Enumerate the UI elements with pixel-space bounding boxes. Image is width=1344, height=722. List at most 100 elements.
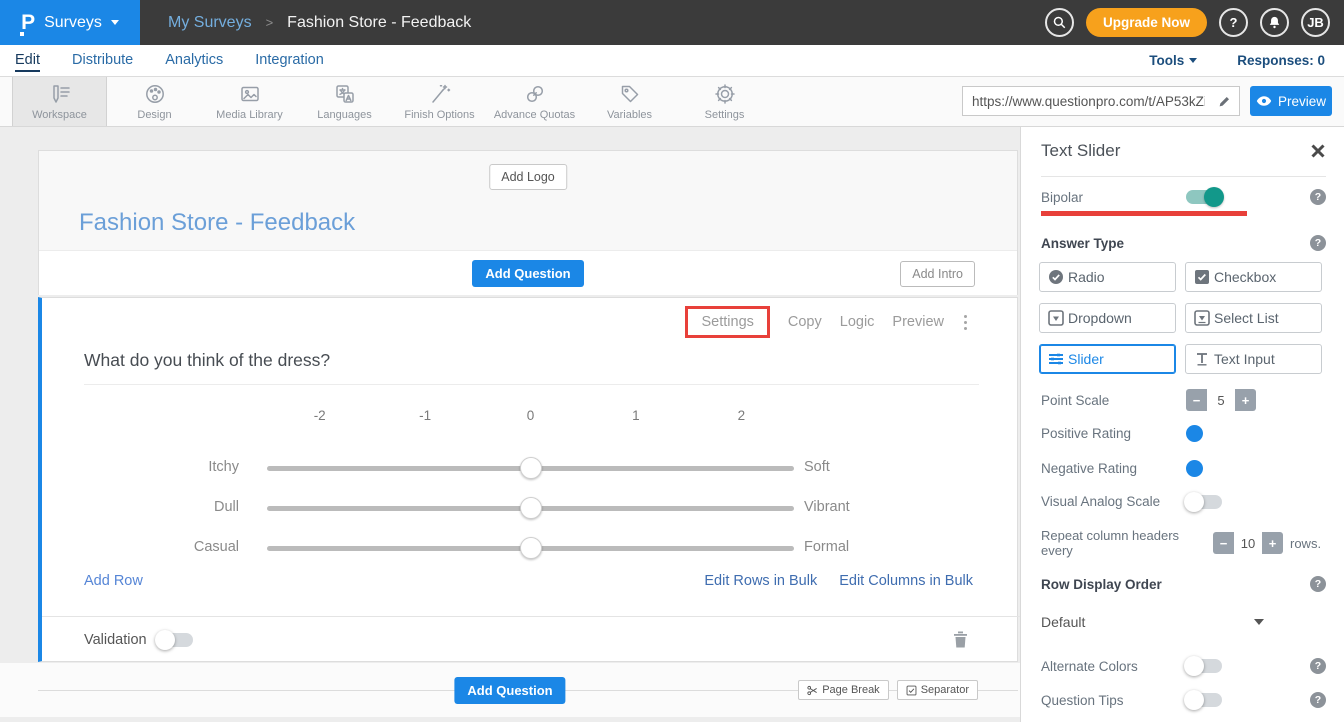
toolbar-item-design[interactable]: Design bbox=[107, 77, 202, 126]
repeat-headers-value[interactable] bbox=[1234, 532, 1262, 554]
notifications-button[interactable] bbox=[1260, 8, 1289, 37]
toolbar-item-label: Advance Quotas bbox=[494, 109, 575, 121]
answer-type-dropdown[interactable]: Dropdown bbox=[1039, 303, 1176, 333]
chevron-down-icon bbox=[1189, 58, 1197, 63]
repeat-headers-row: Repeat column headers every − + rows. bbox=[1041, 528, 1326, 558]
preview-label: Preview bbox=[1278, 94, 1326, 109]
workspace-icon bbox=[48, 82, 72, 106]
question-settings-link[interactable]: Settings bbox=[701, 314, 753, 330]
question-block: Settings Copy Logic Preview What do you … bbox=[38, 297, 1018, 662]
tab-analytics[interactable]: Analytics bbox=[165, 50, 223, 72]
add-row-link[interactable]: Add Row bbox=[84, 573, 143, 589]
slider-knob[interactable] bbox=[520, 457, 542, 479]
edit-url-button[interactable] bbox=[1209, 94, 1239, 109]
tools-dropdown[interactable]: Tools bbox=[1149, 53, 1197, 68]
answer-type-help-icon[interactable]: ? bbox=[1310, 235, 1326, 251]
breadcrumb-my-surveys[interactable]: My Surveys bbox=[168, 14, 252, 32]
plus-button[interactable]: + bbox=[1235, 389, 1256, 411]
question-tips-toggle[interactable] bbox=[1186, 693, 1222, 707]
toolbar-item-finish-options[interactable]: Finish Options bbox=[392, 77, 487, 126]
finish-options-icon bbox=[428, 82, 452, 106]
delete-question-button[interactable] bbox=[953, 631, 968, 648]
scale-label: -2 bbox=[267, 408, 372, 423]
slider-knob[interactable] bbox=[520, 497, 542, 519]
slider-knob[interactable] bbox=[520, 537, 542, 559]
page-break-button[interactable]: Page Break bbox=[798, 680, 888, 700]
slider-track[interactable] bbox=[267, 546, 794, 551]
checkbox-check-icon bbox=[906, 685, 917, 696]
answer-type-radio[interactable]: Radio bbox=[1039, 262, 1176, 292]
slider-track[interactable] bbox=[267, 506, 794, 511]
tab-distribute[interactable]: Distribute bbox=[72, 50, 133, 72]
survey-nav: Edit Distribute Analytics Integration To… bbox=[0, 45, 1344, 77]
answer-type-text-input[interactable]: Text Input bbox=[1185, 344, 1322, 374]
validation-toggle[interactable] bbox=[157, 633, 193, 647]
text-input-icon bbox=[1194, 351, 1210, 367]
minus-button[interactable]: − bbox=[1186, 389, 1207, 411]
negative-rating-row: Negative Rating bbox=[1041, 460, 1326, 477]
question-text[interactable]: What do you think of the dress? bbox=[84, 350, 330, 371]
positive-rating-color-swatch[interactable] bbox=[1186, 425, 1203, 442]
add-question-button-bottom[interactable]: Add Question bbox=[454, 677, 565, 704]
answer-type-label: Radio bbox=[1068, 269, 1105, 285]
survey-url-input[interactable] bbox=[963, 94, 1209, 109]
answer-type-checkbox[interactable]: Checkbox bbox=[1185, 262, 1322, 292]
minus-button[interactable]: − bbox=[1213, 532, 1234, 554]
add-logo-button[interactable]: Add Logo bbox=[489, 164, 567, 190]
help-button[interactable]: ? bbox=[1219, 8, 1248, 37]
user-avatar[interactable]: JB bbox=[1301, 8, 1330, 37]
visual-analog-toggle[interactable] bbox=[1186, 495, 1222, 509]
edit-columns-bulk-link[interactable]: Edit Columns in Bulk bbox=[839, 573, 973, 589]
toggle-knob bbox=[1184, 690, 1204, 710]
eye-icon bbox=[1256, 95, 1272, 107]
languages-icon bbox=[333, 82, 357, 106]
surveys-menu-label: Surveys bbox=[44, 14, 102, 32]
alternate-colors-toggle[interactable] bbox=[1186, 659, 1222, 673]
separator-button[interactable]: Separator bbox=[897, 680, 978, 700]
toolbar-item-languages[interactable]: Languages bbox=[297, 77, 392, 126]
add-intro-button[interactable]: Add Intro bbox=[900, 261, 975, 287]
repeat-headers-label: Repeat column headers every bbox=[1041, 528, 1213, 558]
question-logic-link[interactable]: Logic bbox=[840, 314, 875, 330]
answer-type-label: Dropdown bbox=[1068, 310, 1132, 326]
row-display-order-select[interactable]: Default bbox=[1041, 614, 1326, 630]
row-display-order-help-icon[interactable]: ? bbox=[1310, 576, 1326, 592]
page-break-label: Page Break bbox=[822, 684, 879, 696]
toolbar-item-workspace[interactable]: Workspace bbox=[12, 77, 107, 126]
survey-title[interactable]: Fashion Store - Feedback bbox=[79, 209, 355, 237]
answer-type-select-list[interactable]: Select List bbox=[1185, 303, 1322, 333]
toolbar-item-settings[interactable]: Settings bbox=[677, 77, 772, 126]
tab-edit[interactable]: Edit bbox=[15, 50, 40, 72]
search-button[interactable] bbox=[1045, 8, 1074, 37]
topbar-actions: Upgrade Now ? JB bbox=[1045, 8, 1344, 37]
chevron-down-icon bbox=[111, 20, 119, 25]
question-preview-link[interactable]: Preview bbox=[892, 314, 944, 330]
breadcrumb-current: Fashion Store - Feedback bbox=[287, 14, 471, 32]
alternate-colors-help-icon[interactable]: ? bbox=[1310, 658, 1326, 674]
close-panel-button[interactable] bbox=[1310, 143, 1326, 159]
slider-track[interactable] bbox=[267, 466, 794, 471]
tab-integration[interactable]: Integration bbox=[255, 50, 324, 72]
preview-button[interactable]: Preview bbox=[1250, 86, 1332, 116]
row-display-order-row: Row Display Order ? bbox=[1041, 576, 1326, 592]
scale-label: 0 bbox=[478, 408, 583, 423]
answer-type-slider[interactable]: Slider bbox=[1039, 344, 1176, 374]
bipolar-help-icon[interactable]: ? bbox=[1310, 189, 1326, 205]
plus-button[interactable]: + bbox=[1262, 532, 1283, 554]
toolbar-item-media-library[interactable]: Media Library bbox=[202, 77, 297, 126]
question-copy-link[interactable]: Copy bbox=[788, 314, 822, 330]
question-tips-help-icon[interactable]: ? bbox=[1310, 692, 1326, 708]
negative-rating-color-swatch[interactable] bbox=[1186, 460, 1203, 477]
kebab-menu-icon[interactable] bbox=[962, 313, 969, 332]
surveys-menu[interactable]: P Surveys bbox=[0, 0, 140, 45]
edit-rows-bulk-link[interactable]: Edit Rows in Bulk bbox=[704, 573, 817, 589]
upgrade-now-button[interactable]: Upgrade Now bbox=[1086, 8, 1207, 37]
bipolar-toggle[interactable] bbox=[1186, 190, 1222, 204]
point-scale-value[interactable] bbox=[1207, 389, 1235, 411]
point-scale-label: Point Scale bbox=[1041, 393, 1186, 408]
scale-label: 1 bbox=[583, 408, 688, 423]
add-question-button[interactable]: Add Question bbox=[472, 260, 583, 287]
toolbar-item-advance-quotas[interactable]: Advance Quotas bbox=[487, 77, 582, 126]
toolbar-item-variables[interactable]: Variables bbox=[582, 77, 677, 126]
panel-header: Text Slider bbox=[1041, 141, 1326, 161]
